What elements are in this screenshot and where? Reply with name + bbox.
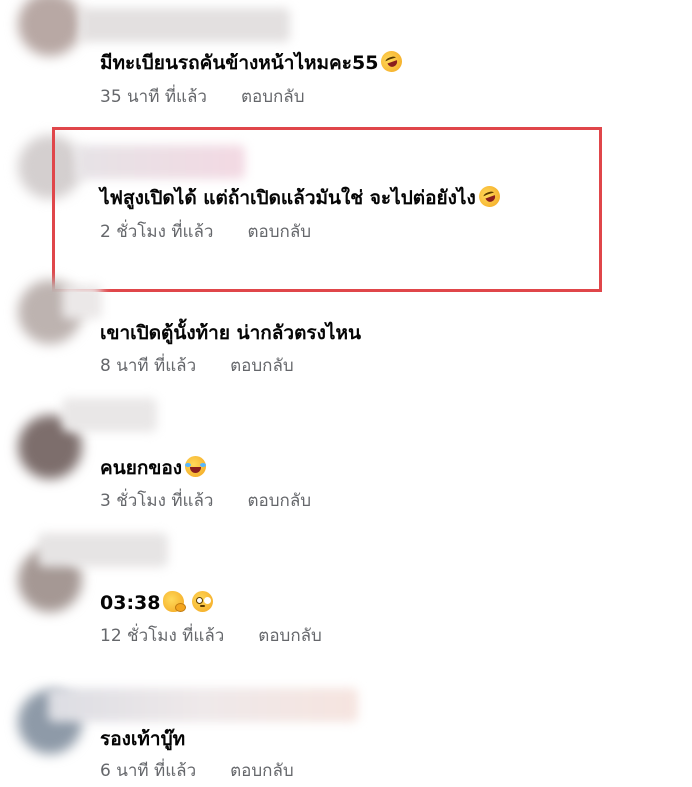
comment-meta: 3 ชั่วโมง ที่แล้ว ตอบกลับ bbox=[100, 490, 311, 512]
reply-link[interactable]: ตอบกลับ bbox=[258, 626, 322, 646]
redacted-name bbox=[48, 688, 358, 722]
reply-link[interactable]: ตอบกลับ bbox=[241, 87, 305, 107]
redacted-name bbox=[80, 8, 290, 42]
avatar[interactable] bbox=[18, 0, 82, 56]
comment-meta: 35 นาที ที่แล้ว ตอบกลับ bbox=[100, 86, 305, 108]
grinning-squinting-face-icon bbox=[185, 456, 207, 477]
reply-link[interactable]: ตอบกลับ bbox=[230, 356, 294, 376]
comment-time: 12 ชั่วโมง ที่แล้ว bbox=[100, 626, 225, 646]
comment-text: รองเท้าบู๊ท bbox=[100, 728, 186, 750]
comment-time: 3 ชั่วโมง ที่แล้ว bbox=[100, 491, 214, 511]
highlight-box bbox=[52, 127, 602, 292]
redacted-name bbox=[38, 533, 168, 567]
redacted-name bbox=[62, 285, 102, 319]
comment-time: 35 นาที ที่แล้ว bbox=[100, 87, 207, 107]
hugging-face-icon bbox=[163, 591, 187, 612]
comment-text: มีทะเบียนรถคันข้างหน้าไหมคะ55 bbox=[100, 48, 406, 76]
comment-meta: 12 ชั่วโมง ที่แล้ว ตอบกลับ bbox=[100, 625, 322, 647]
rolling-on-floor-laughing-icon bbox=[378, 48, 406, 75]
comment-time: 8 นาที ที่แล้ว bbox=[100, 356, 197, 376]
comment-meta: 8 นาที ที่แล้ว ตอบกลับ bbox=[100, 355, 294, 377]
comment-text: 03:38 bbox=[100, 590, 214, 616]
redacted-name bbox=[62, 398, 157, 432]
comment-text: คนยกของ bbox=[100, 455, 207, 481]
comment-text: เขาเปิดตู้นั้งท้าย น่ากลัวตรงไหน bbox=[100, 322, 361, 344]
reply-link[interactable]: ตอบกลับ bbox=[247, 491, 311, 511]
reply-link[interactable]: ตอบกลับ bbox=[230, 761, 294, 781]
comment-meta: 6 นาที ที่แล้ว ตอบกลับ bbox=[100, 760, 294, 782]
comment-time: 6 นาที ที่แล้ว bbox=[100, 761, 197, 781]
flushed-face-icon bbox=[192, 591, 214, 612]
